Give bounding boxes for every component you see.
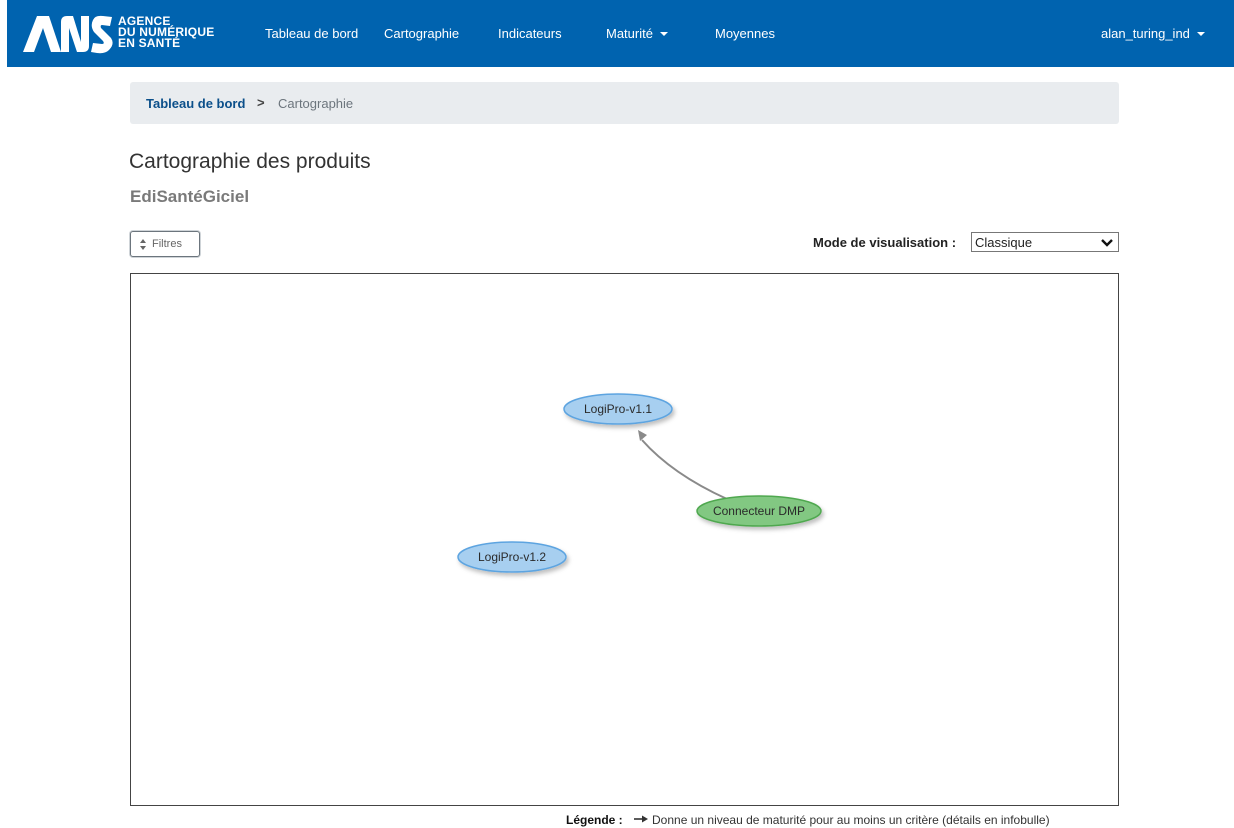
nav-label: Indicateurs <box>498 26 562 41</box>
nav-indicateurs[interactable]: Indicateurs <box>498 26 562 41</box>
user-name: alan_turing_ind <box>1101 26 1190 41</box>
caret-down-icon <box>659 32 668 36</box>
graph-node[interactable]: LogiPro-v1.2 <box>457 541 567 573</box>
breadcrumb: Tableau de bord > Cartographie <box>130 82 1119 124</box>
nav-label: Maturité <box>606 26 653 41</box>
filters-button-label: Filtres <box>152 238 182 250</box>
visualisation-mode-value: Classique <box>975 235 1033 250</box>
nav-label: Moyennes <box>715 26 775 41</box>
caret-down-icon <box>1196 32 1205 36</box>
visualisation-mode-select[interactable]: Classique <box>971 232 1119 252</box>
graph-canvas[interactable]: LogiPro-v1.1 Connecteur DMP LogiPro-v1.2 <box>130 273 1119 806</box>
graph-svg: LogiPro-v1.1 Connecteur DMP LogiPro-v1.2 <box>457 393 822 573</box>
legend-text: Donne un niveau de maturité pour au moin… <box>652 813 1050 827</box>
visualisation-mode-label: Mode de visualisation : <box>813 235 957 250</box>
user-menu-dropdown[interactable]: alan_turing_ind <box>1101 26 1205 41</box>
chevron-down-icon <box>1101 239 1113 247</box>
page-subtitle: EdiSantéGiciel <box>130 187 250 206</box>
graph-edge[interactable] <box>641 439 728 500</box>
graph-node-label: Connecteur DMP <box>713 504 805 518</box>
filters-button[interactable]: Filtres <box>130 231 200 257</box>
graph-node-label: LogiPro-v1.1 <box>584 402 652 416</box>
graph-node-label: LogiPro-v1.2 <box>478 550 546 564</box>
breadcrumb-home-link[interactable]: Tableau de bord <box>146 96 245 111</box>
logo-line-3: EN SANTÉ <box>118 36 181 50</box>
nav-label: Tableau de bord <box>265 26 359 41</box>
graph-node[interactable]: Connecteur DMP <box>696 495 822 527</box>
nav-tableau-de-bord[interactable]: Tableau de bord <box>265 26 358 41</box>
logo-wordmark: AGENCE DU NUMÉRIQUE EN SANTÉ <box>118 15 214 50</box>
ans-logo-mark <box>23 15 113 54</box>
nav-label: Cartographie <box>384 26 460 41</box>
sort-icon <box>140 239 146 250</box>
top-navbar: AGENCE DU NUMÉRIQUE EN SANTÉ Tableau de … <box>7 0 1234 67</box>
graph-edge-arrowhead <box>638 430 647 441</box>
breadcrumb-current: Cartographie <box>278 96 354 111</box>
arrow-right-icon <box>634 815 649 823</box>
graph-nodes: LogiPro-v1.1 Connecteur DMP LogiPro-v1.2 <box>457 393 822 573</box>
legend: Légende : Donne un niveau de maturité po… <box>566 813 1050 827</box>
nav-cartographie[interactable]: Cartographie <box>384 26 459 41</box>
legend-label: Légende : <box>566 813 623 827</box>
nav-maturite-dropdown[interactable]: Maturité <box>606 26 668 41</box>
graph-edges <box>638 430 728 500</box>
chevron-right-icon: > <box>257 95 265 110</box>
graph-node[interactable]: LogiPro-v1.1 <box>563 393 673 425</box>
ans-logo[interactable]: AGENCE DU NUMÉRIQUE EN SANTÉ <box>21 12 231 56</box>
nav-moyennes[interactable]: Moyennes <box>715 26 775 41</box>
page-title: Cartographie des produits <box>129 150 371 173</box>
